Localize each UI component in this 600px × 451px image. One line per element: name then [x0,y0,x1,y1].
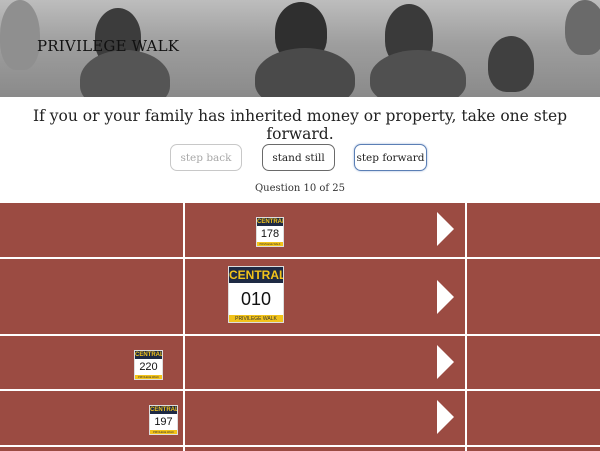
bib-brand: CENTRAL [135,351,163,359]
track-marker-line [183,203,185,451]
lane-divider [0,445,600,447]
bib-number: 010 [240,289,272,309]
finish-line [465,203,467,451]
header-banner: PRIVILEGE WALK [0,0,600,97]
bib-footer: PRIVILEGE WALK [229,315,283,322]
bib-number: 220 [139,361,158,373]
forward-arrow-icon [437,212,454,246]
running-track: CENTRAL 178 PRIVILEGE WALK CENTRAL 010 P… [0,203,600,451]
bib-brand: CENTRAL [150,406,178,414]
photo-figure [0,0,40,70]
page-title: PRIVILEGE WALK [37,37,180,55]
bib-brand: CENTRAL [257,218,284,226]
forward-arrow-icon [437,345,454,379]
question-counter: Question 10 of 25 [254,183,346,194]
photo-figure [255,48,355,97]
bib-footer: PRIVILEGE WALK [135,375,162,379]
step-forward-button[interactable]: step forward [354,144,427,171]
runner-bib: CENTRAL 178 PRIVILEGE WALK [256,217,284,247]
bib-brand: CENTRAL [229,267,284,283]
lane-divider [0,257,600,259]
step-back-button[interactable]: step back [170,144,242,171]
forward-arrow-icon [437,280,454,314]
bib-number: 178 [260,228,280,240]
question-text: If you or your family has inherited mone… [32,107,568,143]
photo-figure [370,50,466,97]
forward-arrow-icon [437,400,454,434]
bib-number: 197 [154,416,173,428]
lane-divider [0,334,600,336]
runner-bib: CENTRAL 220 PRIVILEGE WALK [134,350,163,380]
current-runner-bib: CENTRAL 010 PRIVILEGE WALK [228,266,284,323]
bib-footer: PRIVILEGE WALK [257,242,283,246]
bib-footer: PRIVILEGE WALK [150,430,177,434]
photo-figure [80,50,170,97]
photo-figure [488,36,534,92]
lane-divider [0,389,600,391]
stand-still-button[interactable]: stand still [262,144,335,171]
photo-figure [565,0,600,55]
runner-bib: CENTRAL 197 PRIVILEGE WALK [149,405,178,435]
